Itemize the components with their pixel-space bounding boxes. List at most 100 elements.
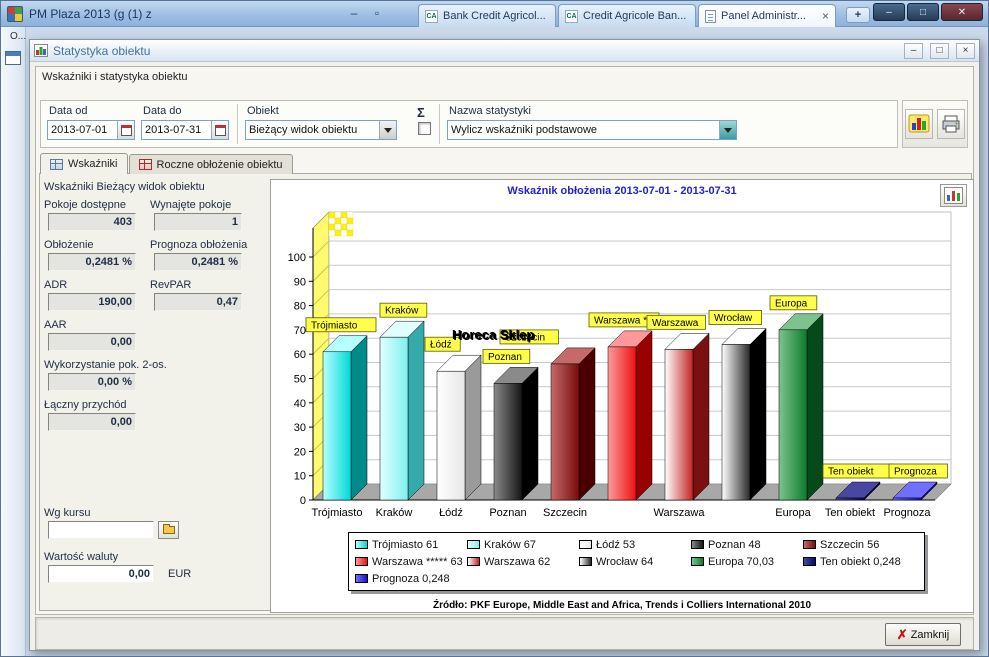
obiekt-select[interactable]: Bieżący widok obiektu bbox=[245, 120, 397, 140]
stat-value-field[interactable]: 0,00 bbox=[48, 333, 136, 351]
app-icon bbox=[7, 6, 23, 22]
stat-value-field[interactable]: 0,00 % bbox=[48, 373, 136, 391]
red-grid-icon bbox=[139, 159, 152, 170]
svg-text:Europa: Europa bbox=[775, 298, 808, 309]
legend-label: Warszawa 62 bbox=[484, 556, 550, 568]
maximize-button[interactable]: □ bbox=[907, 3, 939, 21]
new-tab-button[interactable]: + bbox=[846, 7, 870, 23]
bar-6 bbox=[665, 349, 693, 500]
browser-tab[interactable]: Panel Administr... × bbox=[698, 4, 836, 27]
tab-label: Wskaźniki bbox=[68, 158, 118, 170]
nazwa-statystyki-value: Wylicz wskaźniki podstawowe bbox=[448, 124, 719, 136]
sigma-label: Σ bbox=[417, 105, 425, 120]
wartosc-waluty-input[interactable]: 0,00 bbox=[48, 565, 154, 583]
stats-panel: Wskaźniki Bieżący widok obiektu Pokoje d… bbox=[44, 181, 270, 583]
nazwa-statystyki-select[interactable]: Wylicz wskaźniki podstawowe bbox=[447, 120, 737, 140]
sigma-checkbox[interactable] bbox=[418, 122, 431, 135]
data-do-value: 2013-07-31 bbox=[142, 124, 211, 136]
statystyka-obiektu-dialog: Statystyka obiektu – □ × Wskaźniki i sta… bbox=[29, 39, 980, 651]
stat-value-field[interactable]: 0,00 bbox=[48, 413, 136, 431]
svg-text:Kraków: Kraków bbox=[385, 306, 419, 317]
legend-label: Łódź 53 bbox=[596, 539, 635, 551]
svg-text:Łódź: Łódź bbox=[430, 340, 452, 351]
svg-text:60: 60 bbox=[294, 349, 306, 361]
folder-browse-button[interactable] bbox=[158, 521, 179, 539]
legend-item: Trójmiasto 61 bbox=[355, 539, 467, 551]
browser-tab[interactable]: CACredit Agricole Ban... bbox=[558, 4, 696, 27]
window-panel-icon[interactable] bbox=[5, 51, 21, 65]
mdi-minimize-button[interactable]: – bbox=[344, 5, 364, 22]
svg-text:Warszawa: Warszawa bbox=[654, 507, 706, 519]
window-controls: – □ ✕ bbox=[873, 3, 983, 21]
page-icon bbox=[705, 10, 716, 23]
tab-label: Panel Administr... bbox=[721, 10, 817, 22]
stat-value-field[interactable]: 1 bbox=[154, 213, 242, 231]
svg-text:Kraków: Kraków bbox=[376, 507, 413, 519]
legend-item: Europa 70,03 bbox=[691, 556, 803, 568]
stat-value-field[interactable]: 0,47 bbox=[154, 293, 242, 311]
chart-source: Źródło: PKF Europe, Middle East and Afri… bbox=[271, 600, 973, 611]
wg-kursu-label: Wg kursu bbox=[44, 507, 270, 519]
legend-item: Kraków 67 bbox=[467, 539, 579, 551]
calendar-icon[interactable] bbox=[211, 121, 228, 139]
close-window-button[interactable]: ✕ bbox=[941, 3, 983, 21]
legend-label: Warszawa ***** 63 bbox=[372, 556, 463, 568]
folder-icon bbox=[163, 526, 175, 534]
data-do-field[interactable]: 2013-07-31 bbox=[141, 120, 229, 140]
svg-text:Ten obiekt: Ten obiekt bbox=[825, 507, 875, 519]
chevron-down-icon[interactable] bbox=[379, 121, 396, 139]
stat-label: Łączny przychód bbox=[44, 399, 150, 411]
stat-value-field[interactable]: 190,00 bbox=[48, 293, 136, 311]
bottom-panel: ✗ Zamknij bbox=[35, 617, 974, 650]
print-button[interactable] bbox=[937, 109, 965, 139]
tab-label: Roczne obłożenie obiektu bbox=[157, 159, 283, 171]
data-od-value: 2013-07-01 bbox=[48, 124, 117, 136]
legend-item: Szczecin 56 bbox=[803, 539, 915, 551]
tab-close-icon[interactable]: × bbox=[822, 11, 829, 21]
mdi-restore-button[interactable]: ▫ bbox=[367, 5, 387, 22]
svg-text:Trójmiasto: Trójmiasto bbox=[312, 507, 363, 519]
bar-8 bbox=[779, 330, 807, 500]
obiekt-value: Bieżący widok obiektu bbox=[246, 124, 379, 136]
chevron-down-icon[interactable] bbox=[719, 121, 736, 139]
tab-wskazniki[interactable]: Wskaźniki bbox=[40, 153, 128, 174]
obiekt-label: Obiekt bbox=[247, 105, 279, 117]
stat-cell: Prognoza obłożenia0,2481 % bbox=[150, 239, 256, 271]
minimize-button[interactable]: – bbox=[873, 3, 905, 21]
stat-value-field[interactable]: 0,2481 % bbox=[48, 253, 136, 271]
wg-kursu-input[interactable] bbox=[48, 521, 154, 539]
chart-stats-button[interactable] bbox=[905, 109, 933, 139]
tab-roczne-oblozenie[interactable]: Roczne obłożenie obiektu bbox=[129, 154, 293, 174]
dialog-close-button[interactable]: × bbox=[956, 43, 975, 59]
browser-tab[interactable]: CABank Credit Agricol... bbox=[418, 4, 556, 27]
svg-text:20: 20 bbox=[294, 446, 306, 458]
dialog-maximize-button[interactable]: □ bbox=[930, 43, 949, 59]
zamknij-button[interactable]: ✗ Zamknij bbox=[885, 623, 961, 646]
svg-text:70: 70 bbox=[294, 325, 306, 337]
legend-label: Kraków 67 bbox=[484, 539, 536, 551]
stats-header: Wskaźniki Bieżący widok obiektu bbox=[44, 181, 270, 193]
chart-panel: Wskaźnik obłożenia 2013-07-01 - 2013-07-… bbox=[270, 179, 974, 613]
svg-text:Warszawa *: Warszawa * bbox=[594, 315, 647, 326]
legend-swatch-icon bbox=[579, 540, 592, 549]
stat-cell: Łączny przychód 0,00 bbox=[44, 399, 150, 431]
svg-text:30: 30 bbox=[294, 422, 306, 434]
stat-label: ADR bbox=[44, 279, 150, 291]
stat-cell: AAR0,00 bbox=[44, 319, 150, 351]
stat-value-field[interactable]: 403 bbox=[48, 213, 136, 231]
stats-row: AAR0,00 bbox=[44, 319, 270, 351]
dialog-minimize-button[interactable]: – bbox=[904, 43, 923, 59]
stat-cell: Wynajęte pokoje1 bbox=[150, 199, 256, 231]
calendar-icon[interactable] bbox=[117, 121, 134, 139]
table-icon bbox=[50, 159, 63, 170]
stat-value-field[interactable]: 0,2481 % bbox=[154, 253, 242, 271]
occupancy-chart: 0102030405060708090100TrójmiastoKrakówŁó… bbox=[271, 204, 975, 548]
main-window: PM Plaza 2013 (g (1) z – ▫ CABank Credit… bbox=[0, 0, 989, 657]
chart-watermark: Horeca Sklep bbox=[452, 327, 534, 342]
stat-label: RevPAR bbox=[150, 279, 256, 291]
svg-text:100: 100 bbox=[288, 252, 306, 264]
nazwa-statystyki-label: Nazwa statystyki bbox=[449, 105, 531, 117]
bar-4 bbox=[551, 364, 579, 500]
data-od-field[interactable]: 2013-07-01 bbox=[47, 120, 135, 140]
legend-row: Warszawa ***** 63Warszawa 62Wrocław 64Eu… bbox=[355, 553, 918, 570]
